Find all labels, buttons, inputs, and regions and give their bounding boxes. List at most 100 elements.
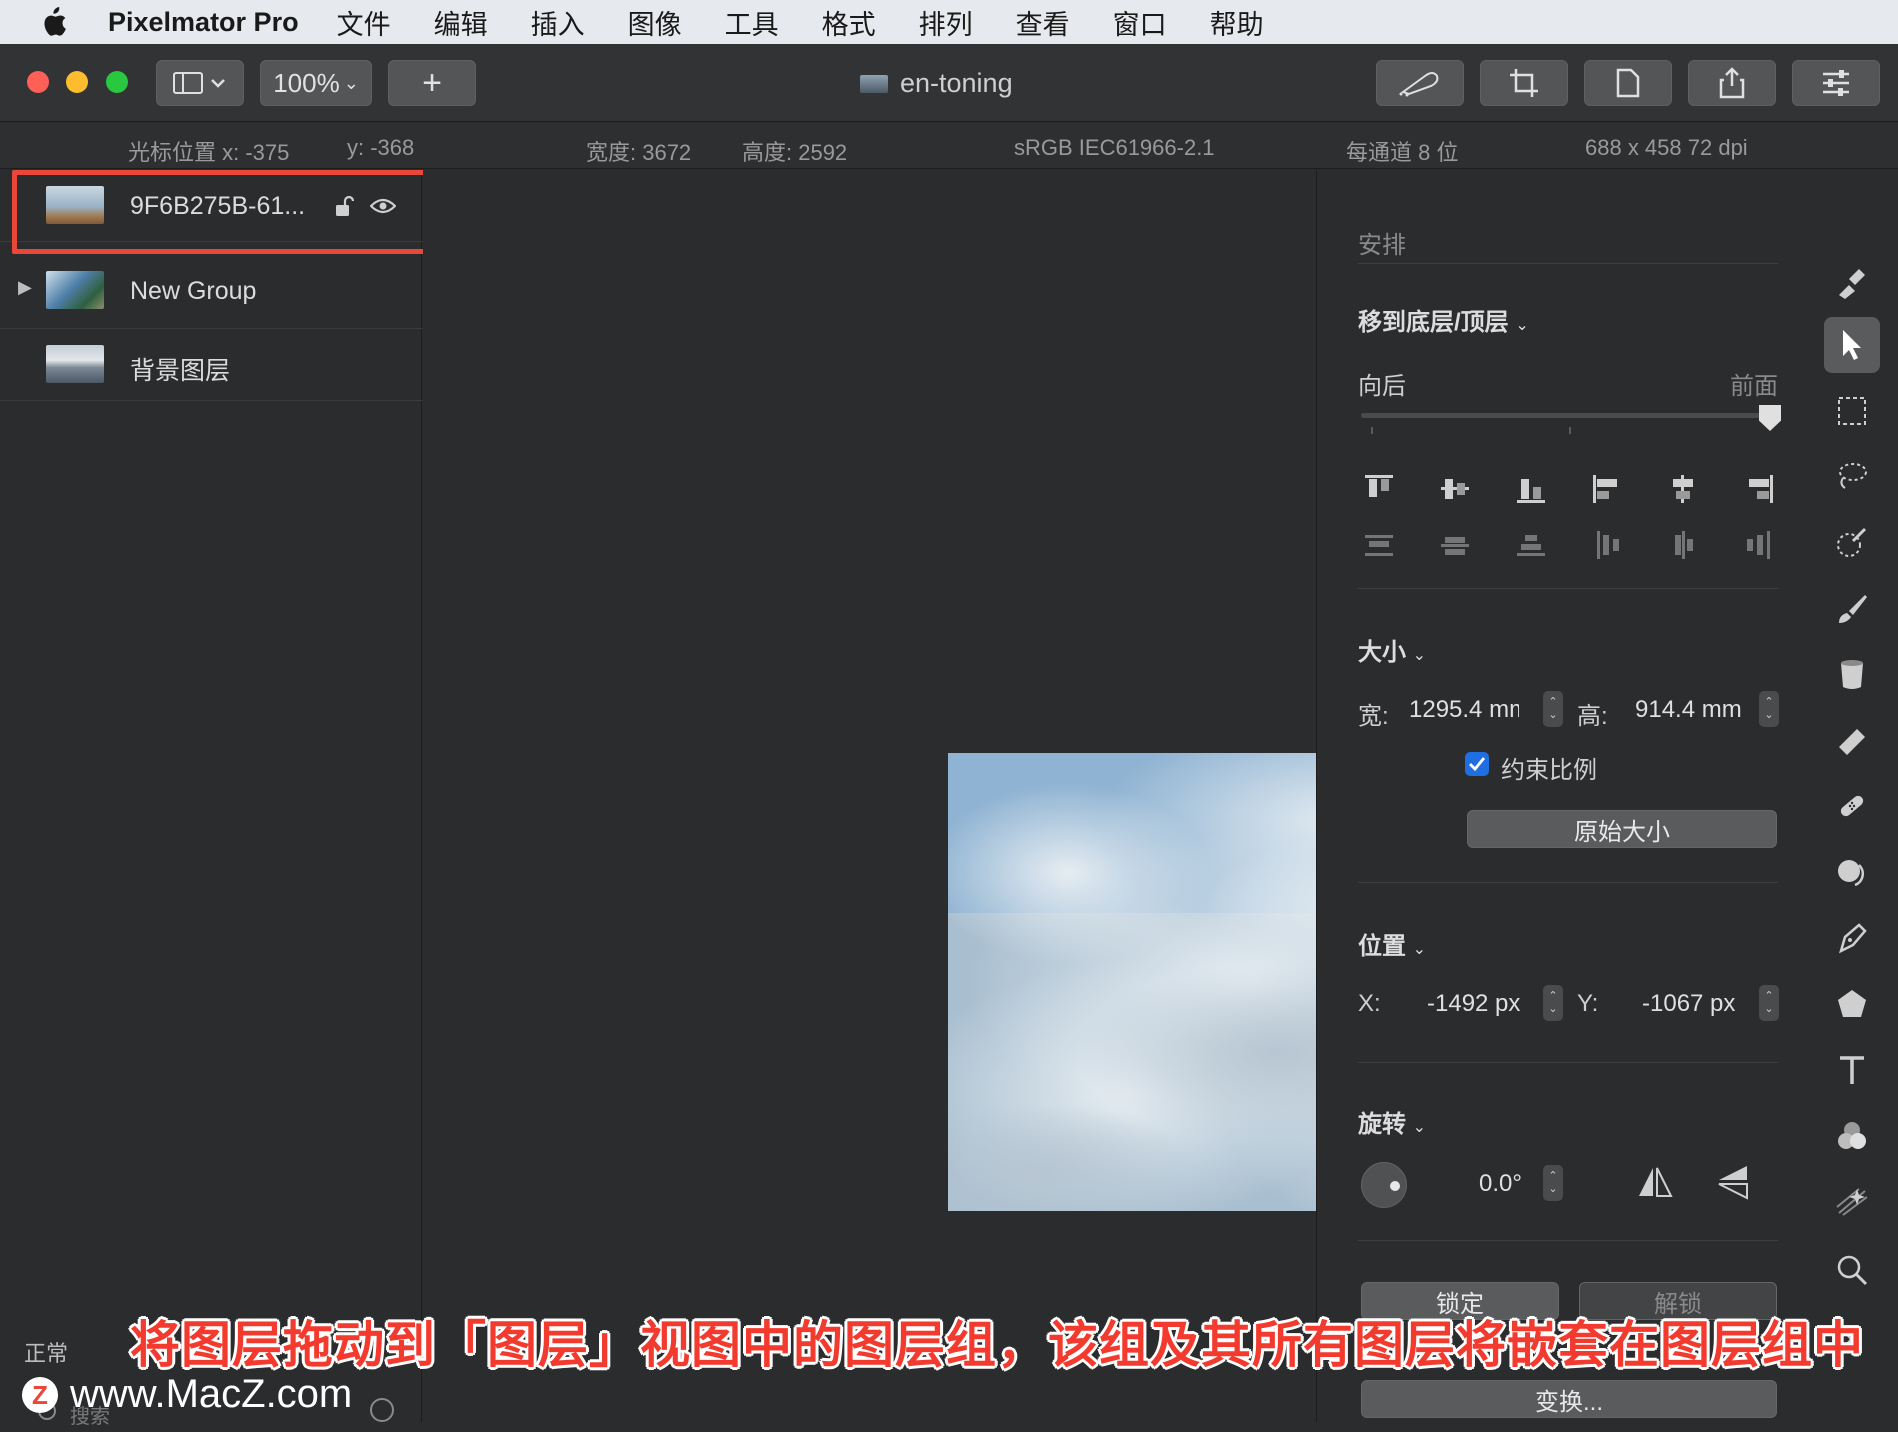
bandage-icon xyxy=(1840,795,1864,817)
canvas-area[interactable] xyxy=(423,170,1636,1422)
menu-window[interactable]: 窗口 xyxy=(1113,3,1167,42)
distribute-top-icon[interactable] xyxy=(1361,527,1397,563)
selection-tool[interactable] xyxy=(1824,383,1880,439)
zoom-tool[interactable] xyxy=(1824,1242,1880,1298)
layer-row-group[interactable]: ▶ New Group xyxy=(0,257,422,329)
menu-format[interactable]: 格式 xyxy=(822,3,876,42)
menu-file[interactable]: 文件 xyxy=(337,3,391,42)
menu-image[interactable]: 图像 xyxy=(628,3,682,42)
lasso-tool[interactable] xyxy=(1824,448,1880,504)
fill-tool[interactable] xyxy=(1824,646,1880,702)
style-tool[interactable] xyxy=(1824,254,1880,310)
magnifier-icon xyxy=(1837,1255,1868,1286)
y-stepper[interactable]: ⌃ ⌄ xyxy=(1759,985,1779,1021)
macz-logo-icon: Z xyxy=(22,1376,58,1413)
page-icon xyxy=(1616,68,1640,98)
x-position-field[interactable]: -1492 px xyxy=(1427,990,1520,1018)
zoom-window-button[interactable] xyxy=(106,71,128,93)
sidebar-toggle-button[interactable] xyxy=(156,60,244,106)
share-button[interactable] xyxy=(1688,60,1776,106)
size-section-dropdown[interactable]: 大小 ⌄ xyxy=(1358,632,1426,667)
transform-button[interactable]: 变换... xyxy=(1361,1380,1777,1418)
x-label: X: xyxy=(1358,990,1381,1017)
layer-row-background[interactable]: 背景图层 xyxy=(0,329,422,401)
chevron-down-icon: ⌄ xyxy=(343,72,359,93)
app-menu[interactable]: Pixelmator Pro xyxy=(108,7,299,38)
align-right-icon[interactable] xyxy=(1741,471,1777,507)
menu-edit[interactable]: 编辑 xyxy=(434,3,488,42)
zoom-dropdown[interactable]: 100% ⌄ xyxy=(260,60,372,106)
image-info-bar: 光标位置 x: -375 y: -368 宽度: 3672 高度: 2592 s… xyxy=(0,123,1898,169)
slider-thumb[interactable] xyxy=(1759,405,1781,431)
pentagon-icon xyxy=(1838,990,1866,1017)
minimize-window-button[interactable] xyxy=(66,71,88,93)
document-button[interactable] xyxy=(1584,60,1672,106)
original-size-button[interactable]: 原始大小 xyxy=(1467,810,1777,848)
align-top-icon[interactable] xyxy=(1361,471,1397,507)
arrange-slider[interactable] xyxy=(1361,405,1781,437)
height-field[interactable]: 914.4 mm xyxy=(1635,696,1742,724)
menu-tools[interactable]: 工具 xyxy=(725,3,779,42)
image-height-readout: 高度: 2592 xyxy=(742,140,848,165)
menu-view[interactable]: 查看 xyxy=(1016,3,1070,42)
rotation-dial[interactable] xyxy=(1361,1162,1407,1208)
align-left-icon[interactable] xyxy=(1589,471,1625,507)
text-t-icon xyxy=(1840,1056,1864,1084)
shapes-tool[interactable] xyxy=(1824,976,1880,1032)
retouch-tool-button[interactable] xyxy=(1376,60,1464,106)
move-to-back-front-dropdown[interactable]: 移到底层/顶层 ⌄ xyxy=(1358,302,1529,337)
type-tool[interactable] xyxy=(1824,1042,1880,1098)
quick-selection-tool[interactable] xyxy=(1824,514,1880,570)
flip-horizontal-icon[interactable] xyxy=(1635,1164,1675,1200)
erase-tool[interactable] xyxy=(1824,712,1880,768)
add-button[interactable]: + xyxy=(388,60,476,106)
menu-insert[interactable]: 插入 xyxy=(531,3,585,42)
inspector-panel: 安排 移到底层/顶层 ⌄ 向后 前面 大小 ⌄ 宽: 1295.4 mm ⌃ ⌄ … xyxy=(1316,170,1802,1422)
layer-name: New Group xyxy=(130,277,257,305)
distribute-left-icon[interactable] xyxy=(1589,527,1625,563)
tools-sidebar: » xyxy=(1802,170,1898,1422)
color-adjust-tool[interactable] xyxy=(1824,1108,1880,1164)
height-stepper[interactable]: ⌃ ⌄ xyxy=(1759,691,1779,727)
arrange-tool[interactable] xyxy=(1824,317,1880,373)
tutorial-caption: 将图层拖动到「图层」视图中的图层组，该组及其所有图层将嵌套在图层组中 xyxy=(130,1317,1864,1373)
sparkle-streak-icon xyxy=(1836,1188,1868,1216)
width-label: 宽: xyxy=(1358,703,1389,730)
menu-help[interactable]: 帮助 xyxy=(1210,3,1264,42)
distribute-right-icon[interactable] xyxy=(1741,527,1777,563)
clone-tool[interactable] xyxy=(1824,844,1880,900)
close-window-button[interactable] xyxy=(27,71,49,93)
bit-depth-readout: 每通道 8 位 xyxy=(1346,140,1459,165)
x-stepper[interactable]: ⌃ ⌄ xyxy=(1543,985,1563,1021)
pointer-arrow-icon xyxy=(1843,330,1861,360)
width-field[interactable]: 1295.4 mm xyxy=(1409,692,1519,728)
distribute-center-icon[interactable] xyxy=(1665,527,1701,563)
effects-tool[interactable] xyxy=(1824,1174,1880,1230)
align-bottom-icon[interactable] xyxy=(1513,471,1549,507)
flip-vertical-icon[interactable] xyxy=(1715,1162,1751,1202)
disclosure-triangle-icon[interactable]: ▶ xyxy=(18,277,32,298)
pen-tool[interactable] xyxy=(1824,910,1880,966)
constrain-proportions-checkbox[interactable] xyxy=(1465,752,1489,776)
align-center-icon[interactable] xyxy=(1665,471,1701,507)
align-middle-icon[interactable] xyxy=(1437,471,1473,507)
rotation-stepper[interactable]: ⌃ ⌄ xyxy=(1543,1165,1563,1201)
menu-arrange[interactable]: 排列 xyxy=(919,3,973,42)
width-stepper[interactable]: ⌃ ⌄ xyxy=(1543,691,1563,727)
distribute-bottom-icon[interactable] xyxy=(1513,527,1549,563)
distribute-middle-icon[interactable] xyxy=(1437,527,1473,563)
cursor-y-readout: y: -368 xyxy=(347,135,415,160)
blend-mode-select[interactable]: 正常 xyxy=(24,1336,68,1368)
y-position-field[interactable]: -1067 px xyxy=(1642,990,1735,1018)
backward-label: 向后 xyxy=(1358,373,1406,400)
paint-tool[interactable] xyxy=(1824,580,1880,636)
crop-button[interactable] xyxy=(1480,60,1568,106)
repair-tool[interactable] xyxy=(1824,778,1880,834)
position-section-dropdown[interactable]: 位置 ⌄ xyxy=(1358,926,1426,961)
rotation-field[interactable]: 0.0° xyxy=(1479,1170,1522,1198)
filter-icon[interactable] xyxy=(370,1398,394,1422)
apple-icon[interactable] xyxy=(38,6,78,38)
adjustments-button[interactable] xyxy=(1792,60,1880,106)
layer-name: 背景图层 xyxy=(130,357,231,385)
rotate-section-dropdown[interactable]: 旋转 ⌄ xyxy=(1358,1104,1426,1139)
